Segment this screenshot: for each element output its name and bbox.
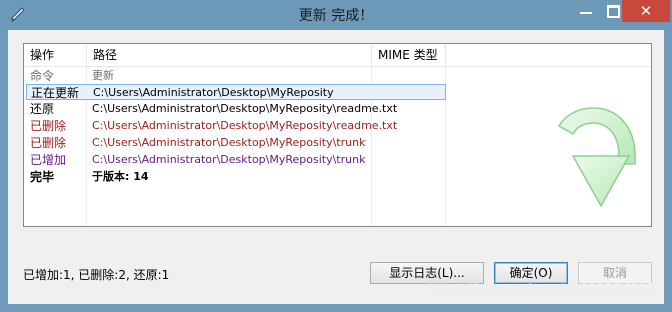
row-action: 还原 [30, 102, 55, 116]
row-action: 已删除 [30, 119, 67, 133]
row-path: 于版本: 14 [92, 170, 149, 183]
maximize-button[interactable] [602, 0, 622, 22]
list-item[interactable]: 还原 C:\Users\Administrator\Desktop\MyRepo… [26, 101, 446, 117]
list-item[interactable]: 已删除 C:\Users\Administrator\Desktop\MyRep… [26, 135, 446, 151]
row-action: 命令 [30, 69, 55, 83]
cancel-button[interactable]: 取消 [578, 262, 652, 284]
close-button[interactable]: ✕ [622, 0, 670, 22]
row-path: 更新 [92, 69, 114, 82]
list-header: 操作 路径 MIME 类型 [24, 44, 651, 67]
list-item[interactable]: 已增加 C:\Users\Administrator\Desktop\MyRep… [26, 152, 446, 168]
update-complete-arrow-icon [557, 107, 636, 208]
row-action: 已删除 [30, 136, 67, 150]
list-item[interactable]: 完毕 于版本: 14 [26, 169, 446, 185]
row-path: C:\Users\Administrator\Desktop\MyReposit… [92, 119, 398, 132]
dialog-body: 操作 路径 MIME 类型 命令 更新 正在更新 C:\Users\Admini… [8, 30, 664, 304]
title-bar[interactable]: 更新 完成！ ✕ [0, 0, 672, 30]
show-log-button[interactable]: 显示日志(L)... [370, 262, 484, 284]
update-results-list[interactable]: 操作 路径 MIME 类型 命令 更新 正在更新 C:\Users\Admini… [23, 43, 652, 227]
minimize-button[interactable] [572, 0, 602, 22]
list-item[interactable]: 正在更新 C:\Users\Administrator\Desktop\MyRe… [26, 84, 446, 100]
watermark-text: https://blog.csdn.net/u011376317 [428, 282, 657, 297]
list-item[interactable]: 已删除 C:\Users\Administrator\Desktop\MyRep… [26, 118, 446, 134]
list-item[interactable]: 命令 更新 [26, 68, 446, 84]
ok-button[interactable]: 确定(O) [494, 262, 568, 284]
row-path: C:\Users\Administrator\Desktop\MyReposit… [92, 102, 398, 115]
status-summary: 已增加:1, 已删除:2, 还原:1 [23, 268, 170, 282]
column-header-mime[interactable]: MIME 类型 [372, 44, 446, 66]
dialog-window: 更新 完成！ ✕ 操作 路径 MIME 类型 命令 更新 正在更新 C:\Use… [0, 0, 672, 312]
row-action: 正在更新 [31, 86, 80, 100]
column-header-path[interactable]: 路径 [87, 44, 372, 66]
row-path: C:\Users\Administrator\Desktop\MyReposit… [92, 136, 366, 149]
row-path: C:\Users\Administrator\Desktop\MyReposit… [93, 86, 334, 99]
row-action: 已增加 [30, 153, 67, 167]
row-path: C:\Users\Administrator\Desktop\MyReposit… [92, 153, 366, 166]
close-icon: ✕ [639, 1, 653, 20]
row-action: 完毕 [30, 170, 55, 184]
column-header-action[interactable]: 操作 [24, 44, 87, 66]
